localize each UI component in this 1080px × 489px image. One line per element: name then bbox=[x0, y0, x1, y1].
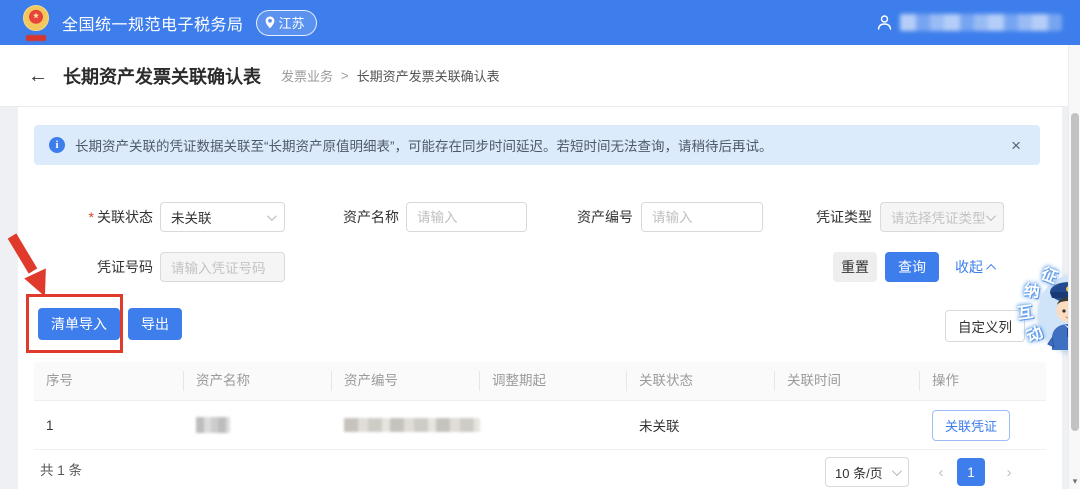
asset-name-input[interactable] bbox=[417, 210, 516, 225]
search-button[interactable]: 查询 bbox=[885, 252, 939, 282]
cell-asset-code bbox=[332, 401, 480, 449]
user-account-area[interactable] bbox=[876, 14, 1062, 31]
info-banner: i 长期资产关联的凭证数据关联至“长期资产原值明细表”，可能存在同步时间延迟。若… bbox=[34, 125, 1040, 165]
scrollbar-down-arrow-icon[interactable]: ▾ bbox=[1071, 477, 1079, 485]
voucher-type-label: 凭证类型 bbox=[802, 202, 872, 232]
voucher-no-label: 凭证号码 bbox=[38, 252, 153, 282]
cell-actions: 关联凭证 bbox=[920, 401, 1046, 449]
asset-code-field-wrap bbox=[641, 202, 763, 232]
cell-asset-name bbox=[184, 401, 332, 449]
close-icon[interactable]: × bbox=[1007, 137, 1025, 154]
location-pin-icon bbox=[265, 16, 275, 29]
chevron-down-icon bbox=[267, 211, 277, 221]
scrollbar-thumb[interactable] bbox=[1071, 113, 1079, 431]
total-count-text: 共 1 条 bbox=[40, 457, 82, 485]
assets-table: 序号 资产名称 资产编号 调整期起 关联状态 关联时间 操作 1 未关联 关联凭… bbox=[34, 362, 1046, 450]
assoc-status-label: *关联状态 bbox=[38, 202, 153, 232]
col-header-assoc-time: 关联时间 bbox=[775, 362, 920, 400]
app-header: 全国统一规范电子税务局 江苏 bbox=[0, 0, 1080, 45]
cell-assoc-status: 未关联 bbox=[627, 401, 775, 449]
user-icon bbox=[876, 14, 893, 31]
pagination-prev-button[interactable]: ‹ bbox=[929, 460, 953, 484]
cell-assoc-time bbox=[775, 401, 920, 449]
info-banner-text: 长期资产关联的凭证数据关联至“长期资产原值明细表”，可能存在同步时间延迟。若短时… bbox=[75, 135, 773, 155]
required-mark: * bbox=[89, 209, 94, 225]
col-header-assoc-status: 关联状态 bbox=[627, 362, 775, 400]
col-header-index: 序号 bbox=[34, 362, 184, 400]
breadcrumb-current: 长期资产发票关联确认表 bbox=[357, 66, 500, 85]
col-header-actions: 操作 bbox=[920, 362, 1046, 400]
region-label: 江苏 bbox=[279, 13, 305, 32]
page-size-value: 10 条/页 bbox=[835, 463, 883, 482]
asset-code-label: 资产编号 bbox=[563, 202, 633, 232]
info-icon: i bbox=[49, 137, 65, 153]
associate-voucher-button[interactable]: 关联凭证 bbox=[932, 410, 1010, 441]
masked-asset-name bbox=[196, 417, 230, 433]
pagination-current-page[interactable]: 1 bbox=[957, 458, 985, 486]
col-header-adjust-period: 调整期起 bbox=[480, 362, 627, 400]
chevron-down-icon bbox=[892, 466, 902, 476]
col-header-asset-name: 资产名称 bbox=[184, 362, 332, 400]
page-title: 长期资产发票关联确认表 bbox=[63, 63, 261, 89]
back-arrow-icon[interactable]: ← bbox=[28, 66, 48, 86]
reset-button[interactable]: 重置 bbox=[833, 252, 877, 282]
table-row: 1 未关联 关联凭证 bbox=[34, 401, 1046, 450]
app-title: 全国统一规范电子税务局 bbox=[62, 11, 244, 35]
breadcrumb-separator: > bbox=[341, 68, 349, 83]
list-import-button[interactable]: 清单导入 bbox=[38, 308, 120, 340]
assoc-status-value: 未关联 bbox=[171, 207, 212, 227]
cell-index: 1 bbox=[34, 401, 184, 449]
region-selector[interactable]: 江苏 bbox=[256, 10, 317, 36]
masked-username bbox=[900, 14, 1062, 31]
asset-name-label: 资产名称 bbox=[323, 202, 399, 232]
col-header-asset-code: 资产编号 bbox=[332, 362, 480, 400]
customize-columns-button[interactable]: 自定义列 bbox=[945, 310, 1025, 342]
collapse-label: 收起 bbox=[955, 257, 983, 277]
breadcrumb-bar: ← 长期资产发票关联确认表 发票业务 > 长期资产发票关联确认表 bbox=[0, 45, 1080, 107]
voucher-no-field-wrap: 请输入凭证号码 bbox=[160, 252, 285, 282]
breadcrumb: 发票业务 > 长期资产发票关联确认表 bbox=[281, 66, 500, 85]
collapse-toggle[interactable]: 收起 bbox=[955, 252, 996, 282]
chevron-down-icon bbox=[986, 211, 996, 221]
cell-adjust-period bbox=[480, 401, 627, 449]
masked-asset-code bbox=[344, 418, 480, 432]
voucher-type-select[interactable]: 请选择凭证类型 bbox=[880, 202, 1004, 232]
chevron-up-icon bbox=[986, 263, 996, 273]
pagination-next-button[interactable]: › bbox=[997, 460, 1021, 484]
table-header-row: 序号 资产名称 资产编号 调整期起 关联状态 关联时间 操作 bbox=[34, 362, 1046, 401]
export-button[interactable]: 导出 bbox=[128, 308, 182, 340]
asset-code-input[interactable] bbox=[652, 210, 752, 225]
voucher-no-placeholder: 请输入凭证号码 bbox=[171, 257, 266, 277]
breadcrumb-parent[interactable]: 发票业务 bbox=[281, 66, 333, 85]
page-scrollbar[interactable]: ▾ bbox=[1068, 45, 1080, 489]
tax-bureau-logo-icon bbox=[20, 4, 52, 42]
voucher-type-placeholder: 请选择凭证类型 bbox=[891, 207, 986, 227]
main-content-card: i 长期资产关联的凭证数据关联至“长期资产原值明细表”，可能存在同步时间延迟。若… bbox=[18, 107, 1062, 489]
asset-name-field-wrap bbox=[406, 202, 527, 232]
page-size-select[interactable]: 10 条/页 bbox=[825, 457, 909, 487]
assoc-status-select[interactable]: 未关联 bbox=[160, 202, 285, 232]
